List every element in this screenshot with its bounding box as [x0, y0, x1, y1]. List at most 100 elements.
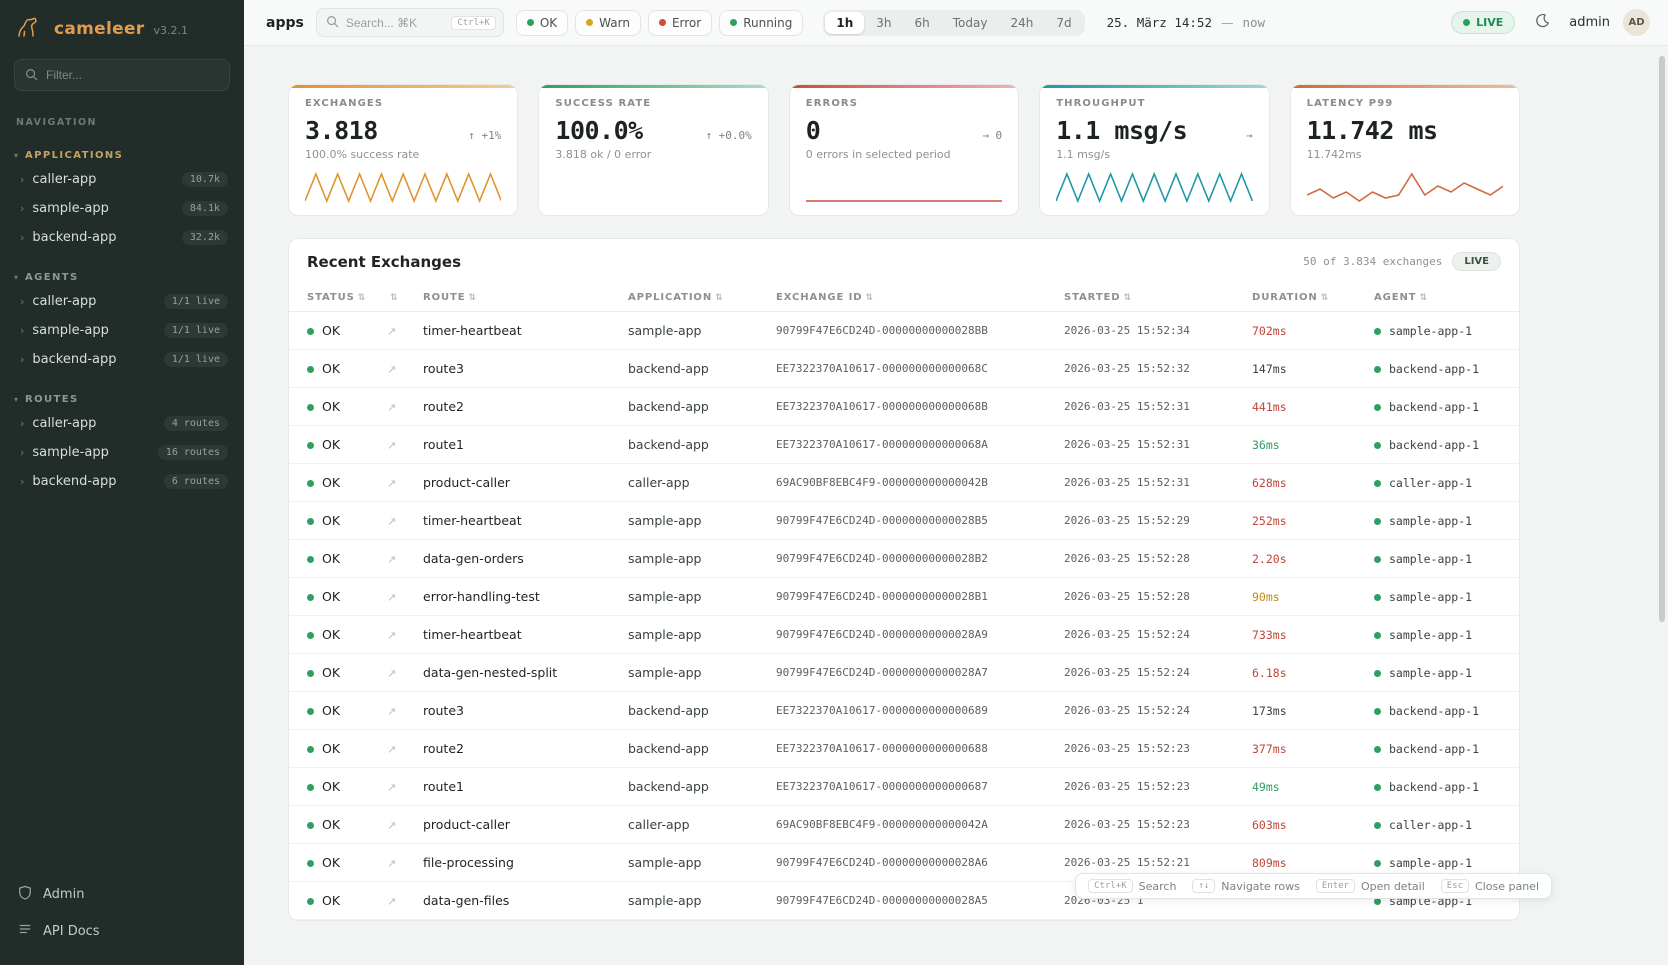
stat-value: 1.1 msg/s [1056, 116, 1187, 145]
row-application: sample-app [618, 654, 766, 692]
stat-title: EXCHANGES [305, 98, 501, 109]
exchange-row[interactable]: OK ↗ route2 backend-app EE7322370A10617-… [289, 388, 1519, 426]
sidebar-item-api-docs[interactable]: API Docs [0, 913, 244, 949]
column-header-started[interactable]: STARTED⇅ [1054, 284, 1242, 312]
time-range-7d[interactable]: 7d [1045, 12, 1082, 34]
sidebar-item-sample-app[interactable]: › sample-app 16 routes [0, 438, 244, 467]
open-detail-icon[interactable]: ↗ [387, 591, 396, 604]
sidebar-item-sample-app[interactable]: › sample-app 1/1 live [0, 316, 244, 345]
exchange-row[interactable]: OK ↗ timer-heartbeat sample-app 90799F47… [289, 616, 1519, 654]
table-live-badge[interactable]: LIVE [1452, 252, 1501, 271]
open-detail-icon[interactable]: ↗ [387, 743, 396, 756]
sidebar-section-header[interactable]: ▾ AGENTS [0, 268, 244, 287]
time-range-6h[interactable]: 6h [904, 12, 941, 34]
row-duration: 2.20s [1242, 540, 1364, 578]
open-detail-icon[interactable]: ↗ [387, 515, 396, 528]
recent-exchanges-panel: Recent Exchanges 50 of 3.834 exchanges L… [288, 238, 1520, 921]
stat-trend: ↑ +1% [468, 129, 501, 142]
column-header-route[interactable]: ROUTE⇅ [413, 284, 618, 312]
time-display[interactable]: 25. März 14:52 — now [1107, 15, 1265, 30]
row-application: sample-app [618, 540, 766, 578]
user-name[interactable]: admin [1569, 15, 1610, 30]
open-detail-icon[interactable]: ↗ [387, 629, 396, 642]
sidebar-item-backend-app[interactable]: › backend-app 32.2k [0, 223, 244, 252]
exchange-row[interactable]: OK ↗ product-caller caller-app 69AC90BF8… [289, 806, 1519, 844]
sidebar-item-admin[interactable]: Admin [0, 876, 244, 913]
sort-icon: ⇅ [715, 293, 723, 303]
agent-status-dot [1374, 708, 1381, 715]
open-detail-icon[interactable]: ↗ [387, 781, 396, 794]
exchange-row[interactable]: OK ↗ route2 backend-app EE7322370A10617-… [289, 730, 1519, 768]
open-detail-icon[interactable]: ↗ [387, 895, 396, 908]
exchange-row[interactable]: OK ↗ timer-heartbeat sample-app 90799F47… [289, 312, 1519, 350]
row-application: sample-app [618, 578, 766, 616]
row-route: route1 [413, 426, 618, 464]
sidebar-item-caller-app[interactable]: › caller-app 1/1 live [0, 287, 244, 316]
sidebar-item-sample-app[interactable]: › sample-app 84.1k [0, 194, 244, 223]
status-ok-dot [307, 594, 314, 601]
status-filter-running[interactable]: Running [719, 10, 803, 36]
exchange-row[interactable]: OK ↗ route3 backend-app EE7322370A10617-… [289, 692, 1519, 730]
status-ok-dot [307, 898, 314, 905]
open-detail-icon[interactable]: ↗ [387, 325, 396, 338]
time-range-today[interactable]: Today [942, 12, 999, 34]
sidebar-filter-input[interactable] [46, 68, 219, 82]
global-search[interactable]: Ctrl+K [316, 8, 504, 37]
column-header-exchange-id[interactable]: EXCHANGE ID⇅ [766, 284, 1054, 312]
sidebar-item-backend-app[interactable]: › backend-app 6 routes [0, 467, 244, 496]
status-filter-warn[interactable]: Warn [575, 10, 641, 36]
column-header-duration[interactable]: DURATION⇅ [1242, 284, 1364, 312]
sidebar-section-header[interactable]: ▾ APPLICATIONS [0, 146, 244, 165]
exchange-row[interactable]: OK ↗ error-handling-test sample-app 9079… [289, 578, 1519, 616]
row-application: sample-app [618, 844, 766, 882]
open-detail-icon[interactable]: ↗ [387, 439, 396, 452]
time-range-3h[interactable]: 3h [865, 12, 902, 34]
exchange-row[interactable]: OK ↗ timer-heartbeat sample-app 90799F47… [289, 502, 1519, 540]
open-detail-icon[interactable]: ↗ [387, 477, 396, 490]
row-route: data-gen-orders [413, 540, 618, 578]
search-icon [326, 13, 339, 32]
row-agent-label: sample-app-1 [1389, 552, 1472, 566]
scrollbar-thumb[interactable] [1659, 56, 1665, 622]
open-detail-icon[interactable]: ↗ [387, 819, 396, 832]
row-started: 2026-03-25 15:52:34 [1054, 312, 1242, 350]
table-meta: 50 of 3.834 exchanges LIVE [1303, 252, 1501, 271]
exchange-row[interactable]: OK ↗ product-caller caller-app 69AC90BF8… [289, 464, 1519, 502]
section-items: › caller-app 4 routes › sample-app 16 ro… [0, 409, 244, 496]
exchange-row[interactable]: OK ↗ route1 backend-app EE7322370A10617-… [289, 426, 1519, 464]
row-route: file-processing [413, 844, 618, 882]
sidebar-item-caller-app[interactable]: › caller-app 10.7k [0, 165, 244, 194]
open-detail-icon[interactable]: ↗ [387, 667, 396, 680]
column-header-status[interactable]: STATUS⇅ [289, 284, 377, 312]
sidebar-item-backend-app[interactable]: › backend-app 1/1 live [0, 345, 244, 374]
exchange-row[interactable]: OK ↗ route3 backend-app EE7322370A10617-… [289, 350, 1519, 388]
open-detail-icon[interactable]: ↗ [387, 553, 396, 566]
status-ok-dot [307, 442, 314, 449]
search-input[interactable] [346, 16, 444, 30]
stat-title: LATENCY P99 [1307, 98, 1503, 109]
column-header-application[interactable]: APPLICATION⇅ [618, 284, 766, 312]
exchange-row[interactable]: OK ↗ data-gen-orders sample-app 90799F47… [289, 540, 1519, 578]
time-range-24h[interactable]: 24h [999, 12, 1044, 34]
column-header[interactable]: ⇅ [377, 284, 413, 312]
column-header-agent[interactable]: AGENT⇅ [1364, 284, 1519, 312]
status-filter-ok[interactable]: OK [516, 10, 568, 36]
status-filter-error[interactable]: Error [648, 10, 712, 36]
sidebar-section-header[interactable]: ▾ ROUTES [0, 390, 244, 409]
time-range-1h[interactable]: 1h [825, 12, 864, 34]
dark-mode-toggle[interactable] [1528, 9, 1556, 37]
exchange-row[interactable]: OK ↗ data-gen-nested-split sample-app 90… [289, 654, 1519, 692]
avatar[interactable]: AD [1623, 9, 1650, 36]
open-detail-icon[interactable]: ↗ [387, 705, 396, 718]
exchange-row[interactable]: OK ↗ route1 backend-app EE7322370A10617-… [289, 768, 1519, 806]
logo[interactable]: cameleer v3.2.1 [0, 0, 244, 55]
open-detail-icon[interactable]: ↗ [387, 363, 396, 376]
sidebar-item-caller-app[interactable]: › caller-app 4 routes [0, 409, 244, 438]
live-toggle[interactable]: LIVE [1451, 11, 1515, 34]
open-detail-icon[interactable]: ↗ [387, 857, 396, 870]
row-exchange-id: EE7322370A10617-0000000000000689 [766, 692, 1054, 730]
open-detail-icon[interactable]: ↗ [387, 401, 396, 414]
row-exchange-id: 90799F47E6CD24D-00000000000028BB [766, 312, 1054, 350]
row-started: 2026-03-25 15:52:29 [1054, 502, 1242, 540]
sidebar-filter[interactable] [14, 59, 230, 91]
